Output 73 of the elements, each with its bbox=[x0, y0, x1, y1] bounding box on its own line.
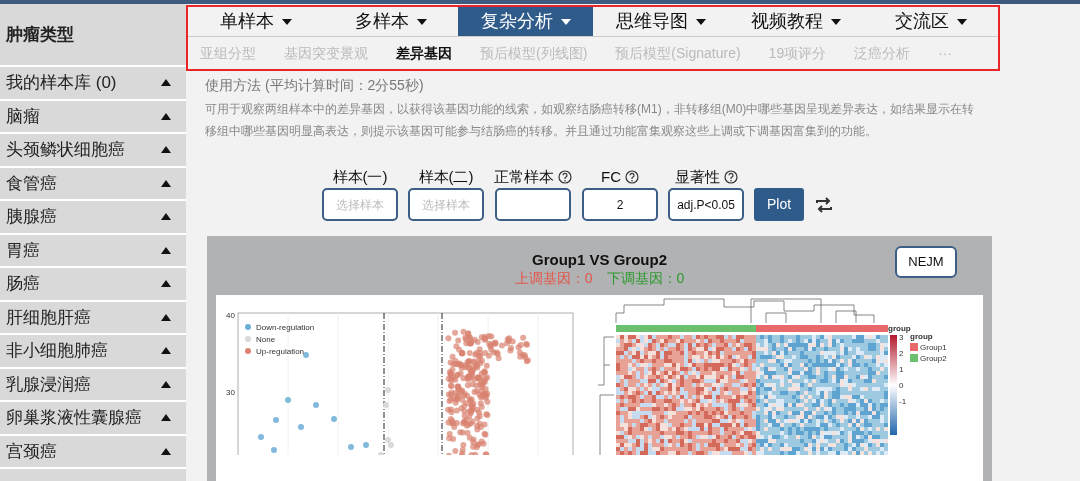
sidebar-item[interactable]: 胰腺癌 bbox=[0, 201, 186, 235]
legend-label: None bbox=[256, 335, 276, 344]
caret-icon bbox=[695, 18, 706, 25]
caret-icon bbox=[416, 18, 427, 25]
collapse-icon bbox=[161, 146, 171, 154]
sidebar-item[interactable]: 卵巢浆液性囊腺癌 bbox=[0, 402, 186, 436]
sidebar-item[interactable]: 肝细胞肝癌 bbox=[0, 301, 186, 335]
axis-tick: 30 bbox=[226, 388, 235, 397]
help-icon[interactable] bbox=[723, 170, 738, 184]
sidebar-item[interactable]: 乳腺浸润癌 bbox=[0, 368, 186, 402]
collapse-icon bbox=[161, 414, 171, 422]
input-field[interactable]: 选择样本 bbox=[322, 188, 398, 221]
input-field[interactable]: 选择样本 bbox=[408, 188, 484, 221]
nav-tab[interactable]: 视频教程 bbox=[728, 7, 863, 36]
caret-icon bbox=[956, 18, 967, 25]
collapse-icon bbox=[161, 347, 171, 355]
axis-tick: 40 bbox=[226, 311, 235, 320]
collapse-icon bbox=[161, 313, 171, 321]
legend-label: Up-regulation bbox=[256, 347, 305, 356]
sidebar-item[interactable]: 宫颈癌 bbox=[0, 435, 186, 469]
sidebar-item[interactable]: 非小细胞肺癌 bbox=[0, 335, 186, 369]
legend-label: Group1 bbox=[920, 343, 947, 352]
result-title: Group1 VS Group2 bbox=[532, 251, 667, 269]
field-label: 正常样本 bbox=[494, 168, 554, 186]
collapse-icon bbox=[161, 213, 171, 221]
collapse-icon bbox=[161, 280, 171, 288]
plot-button[interactable]: Plot bbox=[754, 188, 805, 221]
field-label: FC bbox=[601, 168, 621, 186]
usage-title: 使用方法 (平均计算时间：2分55秒) bbox=[205, 76, 425, 95]
caret-icon bbox=[560, 18, 571, 25]
scale-tick: 2 bbox=[899, 349, 904, 358]
nav-tab[interactable]: 多样本 bbox=[323, 7, 458, 36]
scale-tick: -1 bbox=[899, 397, 907, 406]
caret-icon bbox=[830, 18, 841, 25]
legend-label: Down-regulation bbox=[256, 323, 315, 332]
sidebar-item[interactable]: 肠癌 bbox=[0, 268, 186, 302]
usage-description: 可用于观察两组样本中的差异基因，以获得该基因功能的线索，如观察结肠癌转移(M1)，非转移组(M0)中哪些基因呈现差异表达，如结果显示在转移组中哪些基因明显高表达，则提示该基因可能参与结肠癌的转移。并且通过功能富集观察这些上调或下调基因富集到的功能。 bbox=[205, 101, 976, 140]
help-icon[interactable] bbox=[625, 170, 639, 184]
sidebar-item[interactable]: 头颈鳞状细胞癌 bbox=[0, 134, 186, 168]
collapse-icon bbox=[161, 112, 171, 120]
sidebar-item[interactable]: 食管癌 bbox=[0, 167, 186, 201]
sidebar-item[interactable]: 脑瘤 bbox=[0, 100, 186, 134]
scale-title: group bbox=[888, 324, 911, 333]
upregulated-count: 上调基因：0 bbox=[514, 269, 593, 287]
nav-tab[interactable]: 单样本 bbox=[188, 7, 323, 36]
sidebar-title: 肿瘤类型 bbox=[6, 23, 74, 46]
collapse-icon bbox=[161, 447, 171, 455]
nav-tab[interactable]: 复杂分析 bbox=[458, 7, 593, 36]
collapse-icon bbox=[161, 246, 171, 254]
input-field[interactable] bbox=[495, 188, 571, 221]
legend-title: group bbox=[910, 332, 933, 341]
nav-tab[interactable]: 思维导图 bbox=[593, 7, 728, 36]
caret-icon bbox=[281, 18, 292, 25]
field-label: 显著性 bbox=[674, 168, 720, 186]
input-field[interactable]: adj.P<0.05 bbox=[668, 188, 744, 221]
swap-icon[interactable] bbox=[814, 196, 835, 214]
legend-label: Group2 bbox=[920, 354, 947, 363]
field-label: 样本(二) bbox=[418, 168, 474, 186]
scale-tick: 3 bbox=[899, 333, 904, 342]
sidebar-item[interactable]: 胃癌 bbox=[0, 234, 186, 268]
field-label: 样本(一) bbox=[332, 168, 388, 186]
collapse-icon bbox=[161, 79, 171, 87]
scale-tick: 0 bbox=[899, 381, 904, 390]
sub-tab[interactable]: 差异基因 bbox=[396, 42, 452, 64]
collapse-icon bbox=[161, 380, 171, 388]
nav-tab[interactable]: 交流区 bbox=[863, 7, 998, 36]
scale-tick: 1 bbox=[899, 365, 904, 374]
downregulated-count: 下调基因：0 bbox=[606, 269, 685, 287]
input-field[interactable]: 2 bbox=[582, 188, 658, 221]
collapse-icon bbox=[161, 179, 171, 187]
nejm-button[interactable]: NEJM bbox=[895, 246, 957, 278]
help-icon[interactable] bbox=[558, 170, 572, 184]
sidebar-item[interactable]: 我的样本库 (0) bbox=[0, 67, 186, 101]
